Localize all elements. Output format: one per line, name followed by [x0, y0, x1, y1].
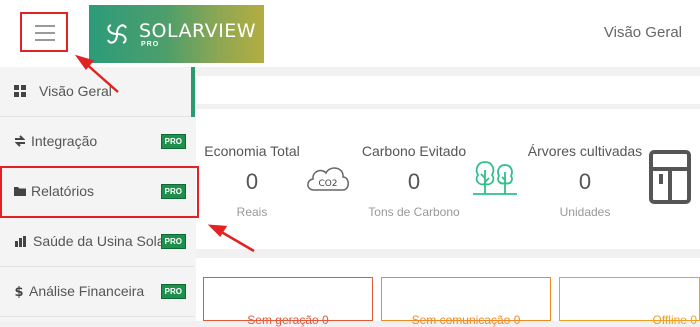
pro-badge: PRO — [160, 234, 186, 249]
status-label: Sem geração — [247, 313, 319, 327]
stat-unit: Tons de Carbono — [368, 205, 460, 219]
status-offline[interactable]: Offline 0 — [559, 277, 700, 327]
status-label: Sem comunicação — [411, 313, 511, 327]
status-count: 0 — [513, 313, 521, 327]
stat-unit: Reais — [236, 205, 268, 219]
exchange-icon — [14, 135, 26, 147]
pro-badge: PRO — [160, 134, 186, 149]
pinwheel-logo-icon — [107, 24, 127, 44]
sidebar-item-integracao[interactable]: Integração PRO — [0, 117, 194, 167]
status-sem-geracao[interactable]: Sem geração 0 — [203, 277, 373, 327]
sidebar-item-label: Integração — [31, 133, 98, 149]
sidebar-item-analise-financeira[interactable]: $ Análise Financeira PRO — [0, 267, 194, 317]
sidebar-item-label: Visão Geral — [39, 83, 112, 99]
stat-arvores-cultivadas: Árvores cultivadas 0 Unidades — [524, 143, 646, 219]
solarview-logo[interactable]: SOLARVIEW PRO — [89, 5, 264, 63]
status-count: 0 — [322, 313, 329, 327]
stat-title: Carbono Evitado — [361, 143, 467, 159]
stat-unit: Unidades — [559, 205, 611, 219]
co2-label: CO2 — [318, 179, 337, 189]
cabinet-icon[interactable] — [648, 149, 692, 205]
hamburger-menu-button[interactable] — [20, 12, 68, 52]
stat-economia-total: Economia Total 0 Reais — [202, 143, 302, 219]
stat-value: 0 — [245, 169, 259, 194]
summary-card: Economia Total 0 Reais CO2 Carbono Evita… — [196, 109, 700, 249]
dollar-icon: $ — [14, 285, 23, 298]
content-header-band — [196, 76, 700, 104]
grid-icon — [14, 85, 26, 97]
trees-icon — [473, 161, 517, 195]
logo-subtitle: PRO — [141, 41, 160, 48]
sidebar-item-saude-usina[interactable]: Saúde da Usina Solar PRO — [0, 217, 194, 267]
pro-badge: PRO — [160, 284, 186, 299]
sidebar-item-label: Saúde da Usina Solar — [33, 233, 170, 249]
stat-title: Árvores cultivadas — [527, 143, 643, 159]
co2-cloud-icon: CO2 — [307, 167, 349, 191]
logo-name: SOLARVIEW — [139, 20, 257, 42]
stat-value: 0 — [578, 169, 592, 194]
svg-text:$: $ — [14, 285, 23, 298]
sidebar-item-visao-geral[interactable]: Visão Geral — [0, 67, 194, 117]
sidebar-item-label: Análise Financeira — [29, 283, 145, 299]
bar-chart-icon — [15, 236, 26, 247]
active-indicator — [191, 67, 195, 117]
relatorios-highlight-box — [0, 166, 199, 218]
stat-carbono-evitado: Carbono Evitado 0 Tons de Carbono — [354, 143, 474, 219]
status-label: Offline — [652, 313, 687, 327]
stat-value: 0 — [407, 169, 421, 194]
status-sem-comunicacao[interactable]: Sem comunicação 0 — [381, 277, 551, 327]
stat-title: Economia Total — [204, 143, 300, 159]
status-count: 0 — [690, 313, 697, 327]
page-title: Visão Geral — [603, 24, 682, 41]
